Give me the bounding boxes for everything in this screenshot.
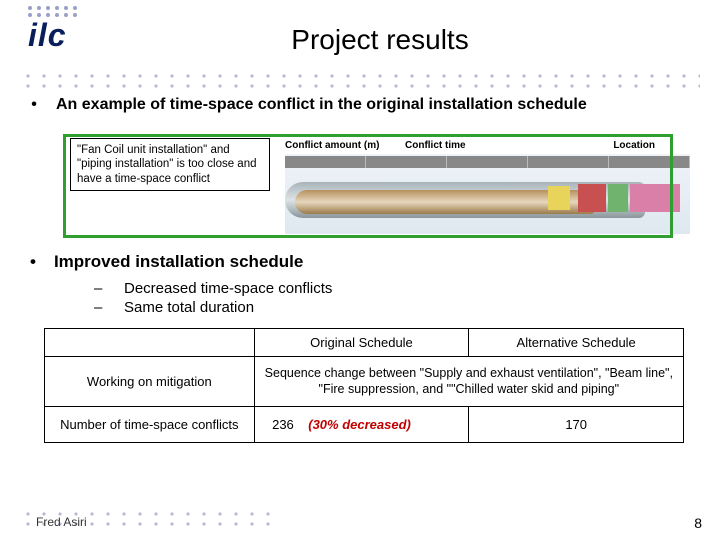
value-decrease: (30% decreased) xyxy=(308,417,451,432)
diagram-labels: Conflict amount (m) Conflict time Locati… xyxy=(285,140,685,151)
table-row: Working on mitigation Sequence change be… xyxy=(45,357,684,407)
value-original: 236 xyxy=(272,417,294,432)
cell-conflicts-label: Number of time-space conflicts xyxy=(45,406,255,442)
decorative-dots xyxy=(20,84,700,90)
logo-dot-grid xyxy=(28,6,108,17)
cell-mitigation-text: Sequence change between "Supply and exha… xyxy=(254,357,683,407)
label-location: Location xyxy=(555,140,655,151)
cell-conflicts-original: 236 (30% decreased) xyxy=(254,406,469,442)
bullet-marker: • xyxy=(30,96,38,114)
page-number: 8 xyxy=(694,515,702,531)
footer-author: Fred Asiri xyxy=(36,515,87,529)
bullet-marker: • xyxy=(30,252,36,272)
cell-conflicts-alternative: 170 xyxy=(469,406,684,442)
table-row: Number of time-space conflicts 236 (30% … xyxy=(45,406,684,442)
sub-bullets: – Decreased time-space conflicts – Same … xyxy=(94,280,332,318)
header-alternative: Alternative Schedule xyxy=(469,329,684,357)
slide-title: Project results xyxy=(0,24,720,56)
table-header-row: Original Schedule Alternative Schedule xyxy=(45,329,684,357)
label-conflict-time: Conflict time xyxy=(405,140,555,151)
comparison-table: Original Schedule Alternative Schedule W… xyxy=(44,328,684,443)
bullet-example: • An example of time-space conflict in t… xyxy=(30,96,700,114)
label-conflict-amount: Conflict amount (m) xyxy=(285,140,405,151)
decorative-dots xyxy=(20,74,700,80)
dash-marker: – xyxy=(94,299,104,316)
bullet-example-text: An example of time-space conflict in the… xyxy=(56,96,587,114)
cell-mitigation-label: Working on mitigation xyxy=(45,357,255,407)
dash-marker: – xyxy=(94,280,104,297)
bullet-improved: • Improved installation schedule xyxy=(30,252,303,272)
sub-a: Decreased time-space conflicts xyxy=(124,280,332,297)
header-blank xyxy=(45,329,255,357)
sub-b: Same total duration xyxy=(124,299,254,316)
callout-box: "Fan Coil unit installation" and "piping… xyxy=(70,138,270,191)
bullet-improved-text: Improved installation schedule xyxy=(54,252,303,272)
header-original: Original Schedule xyxy=(254,329,469,357)
